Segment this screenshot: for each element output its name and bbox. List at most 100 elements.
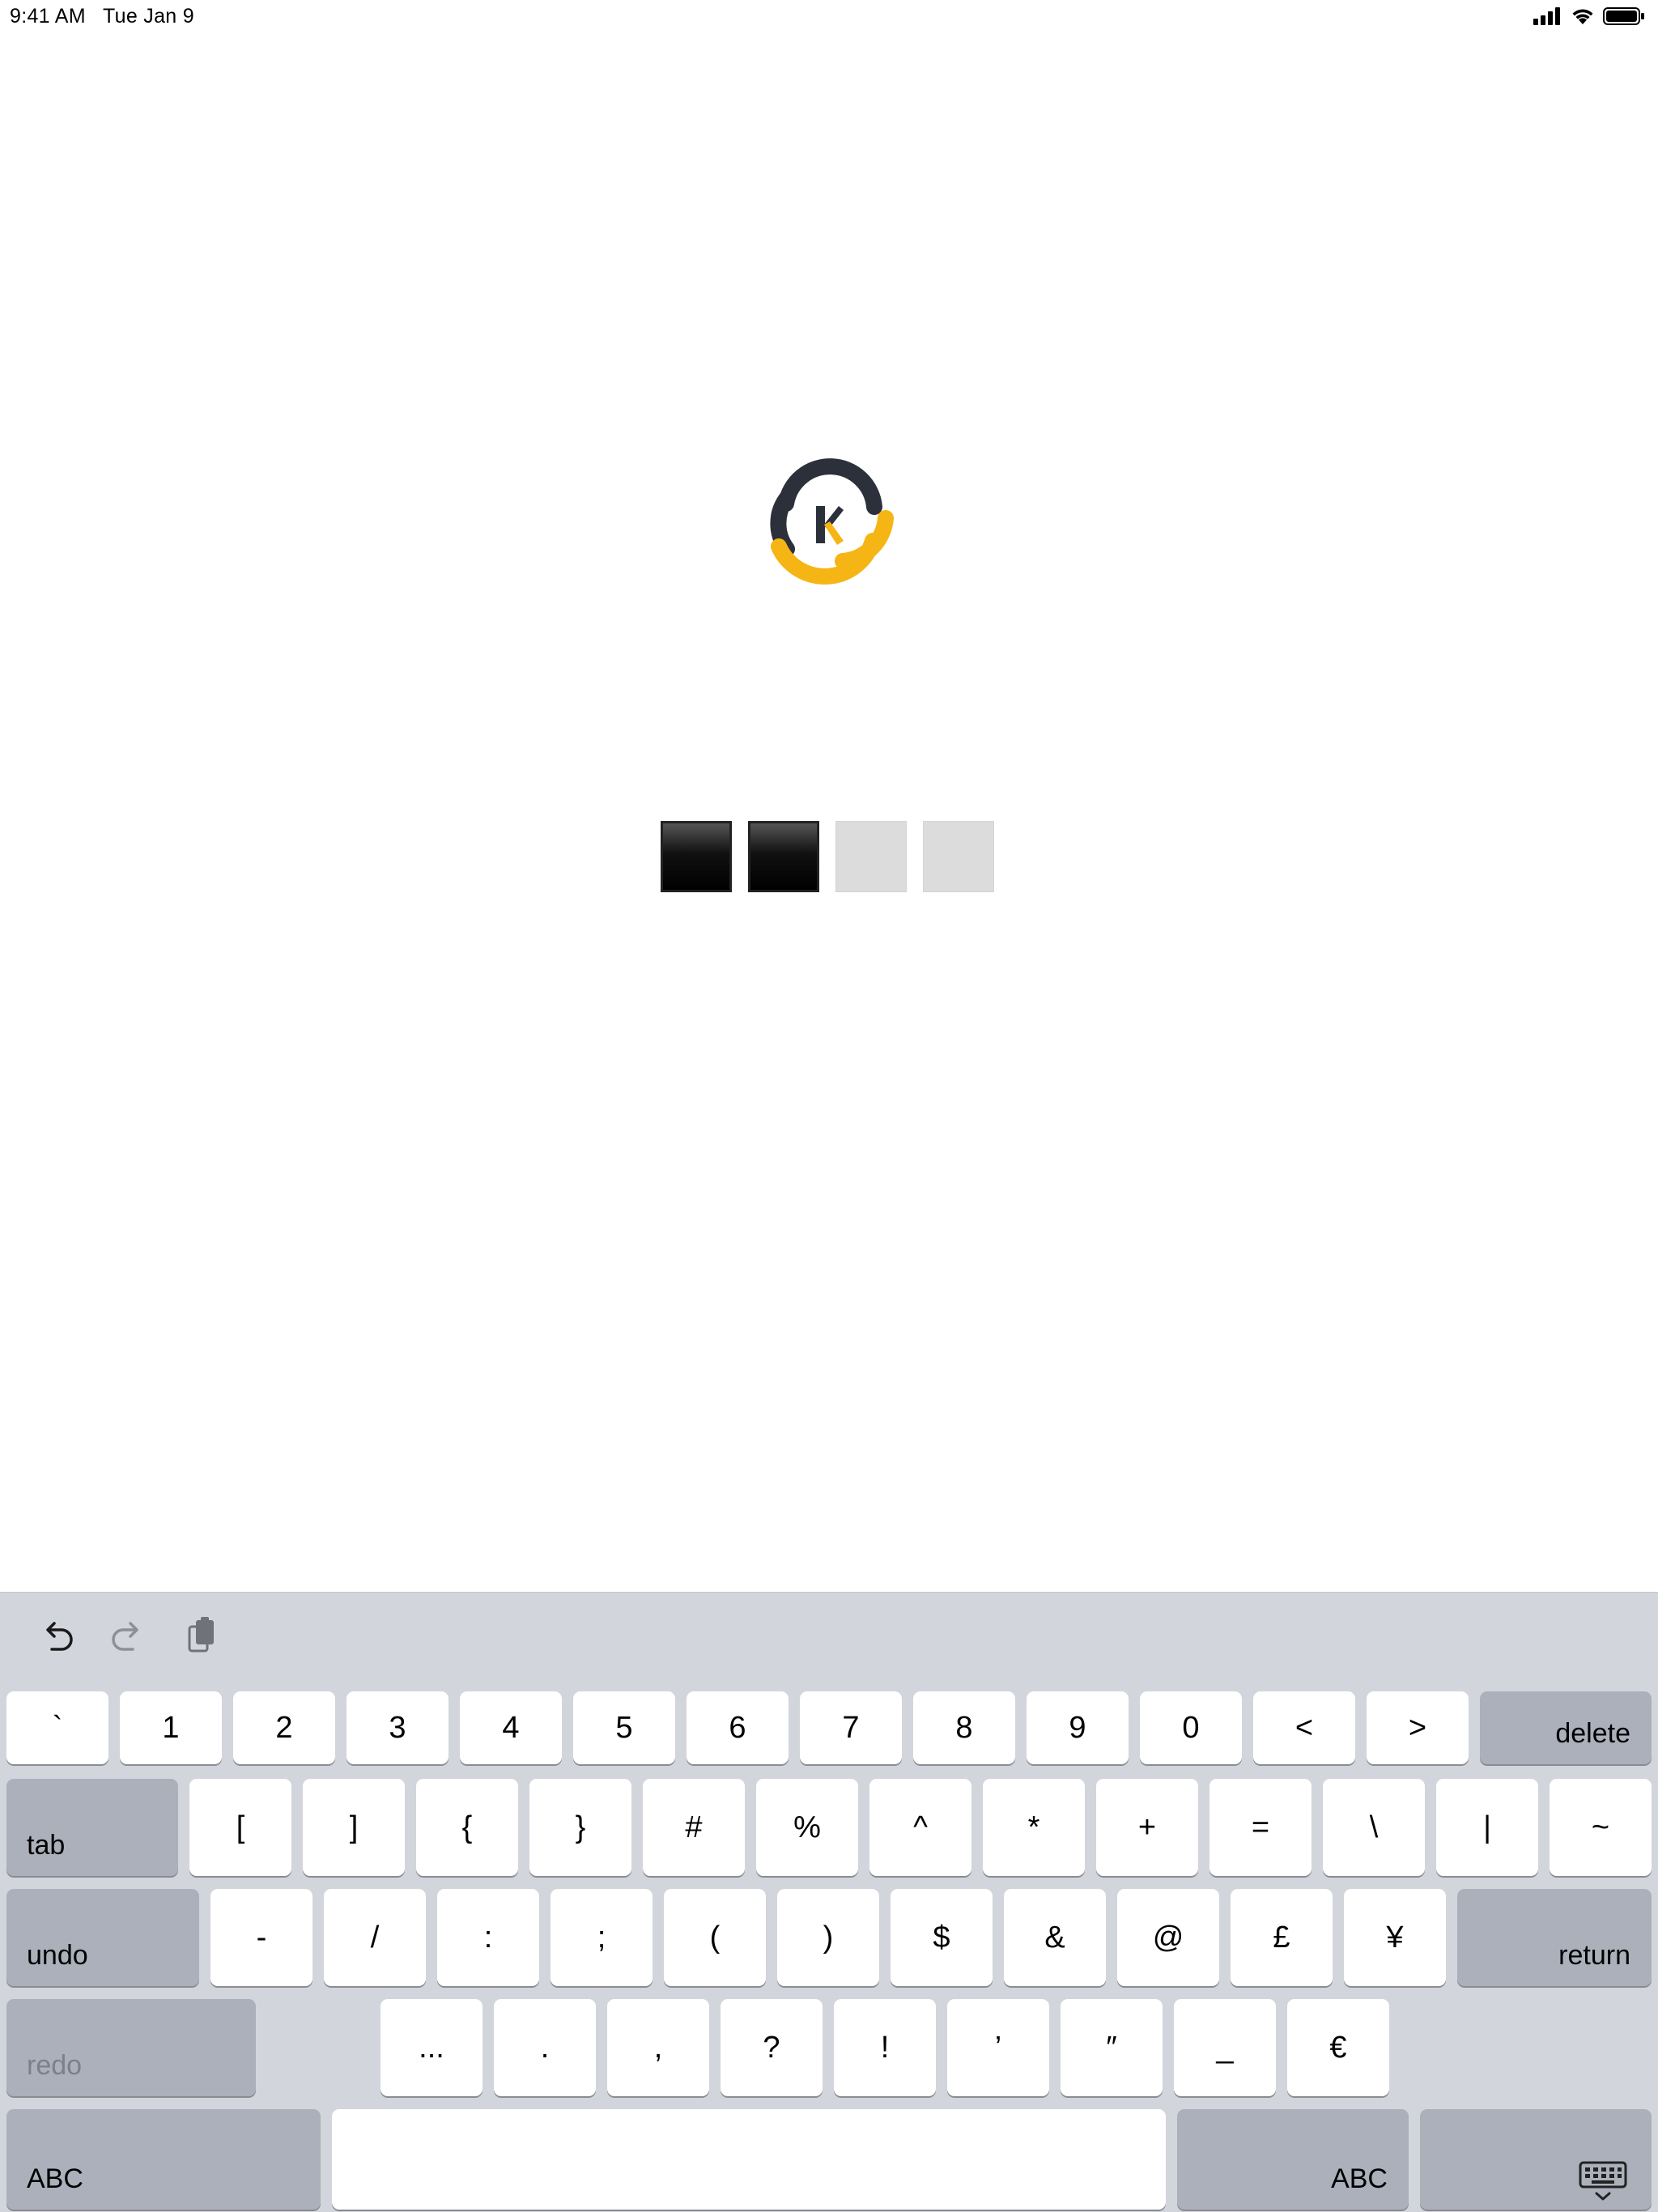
undo-icon[interactable] (32, 1612, 81, 1661)
key[interactable]: + (1096, 1779, 1198, 1876)
key-label: ` (52, 1710, 63, 1745)
key-label: 9 (1069, 1710, 1086, 1745)
return-key[interactable]: return (1457, 1889, 1652, 1986)
key-label: # (685, 1810, 703, 1844)
status-icons (1533, 7, 1647, 27)
key[interactable]: & (1004, 1889, 1106, 1986)
key-label: 7 (842, 1710, 860, 1745)
key-label: ’ (994, 2030, 1002, 2065)
key[interactable]: \ (1323, 1779, 1425, 1876)
key[interactable]: , (607, 1999, 709, 2096)
key[interactable]: % (756, 1779, 858, 1876)
key-label: % (793, 1810, 821, 1844)
key-label: 3 (389, 1710, 406, 1745)
key[interactable]: ` (6, 1691, 108, 1764)
key[interactable]: . (494, 1999, 596, 2096)
keyboard-dismiss-key[interactable] (1420, 2109, 1652, 2210)
abc-left-key[interactable]: ABC (6, 2109, 321, 2210)
battery-icon (1603, 7, 1644, 25)
space-key[interactable] (332, 2109, 1166, 2210)
key[interactable]: # (643, 1779, 745, 1876)
key[interactable]: ? (721, 1999, 823, 2096)
key[interactable]: { (416, 1779, 518, 1876)
key[interactable]: : (437, 1889, 539, 1986)
keyboard-dismiss-icon (1579, 2161, 1627, 2201)
key-label: ¥ (1386, 1920, 1404, 1955)
keyboard: ` 1 2 3 4 5 6 7 8 9 0 < > delete tab [] {} #% ^ * + = \ | ~ undo -… (0, 1592, 1658, 2212)
key[interactable]: ″ (1061, 1999, 1163, 2096)
return-key-label: return (1558, 1940, 1630, 1971)
undo-key-label: undo (27, 1940, 88, 1971)
key-label: ? (763, 2030, 780, 2065)
key[interactable]: @ (1117, 1889, 1219, 1986)
key-label: _ (1216, 2030, 1234, 2065)
key-label: = (1251, 1810, 1270, 1844)
key[interactable]: / (324, 1889, 426, 1986)
key[interactable]: ^ (869, 1779, 971, 1876)
key[interactable]: < (1253, 1691, 1355, 1764)
key[interactable]: 8 (913, 1691, 1015, 1764)
abc-right-key-label: ABC (1331, 2163, 1388, 2194)
key-label: 5 (615, 1710, 633, 1745)
key[interactable]: $ (891, 1889, 993, 1986)
key-label: < (1295, 1710, 1314, 1745)
status-date: Tue Jan 9 (103, 5, 194, 28)
key-label: > (1408, 1710, 1427, 1745)
key[interactable]: ¥ (1344, 1889, 1446, 1986)
wifi-icon (1572, 9, 1593, 24)
key[interactable]: 0 (1140, 1691, 1242, 1764)
key[interactable]: 3 (346, 1691, 449, 1764)
key-label: 8 (955, 1710, 973, 1745)
key[interactable]: = (1209, 1779, 1312, 1876)
passcode-digit-filled (748, 821, 819, 892)
key-label: + (1137, 1810, 1157, 1844)
key[interactable]: 7 (800, 1691, 902, 1764)
tab-key[interactable]: tab (6, 1779, 178, 1876)
key[interactable]: ; (551, 1889, 653, 1986)
key[interactable]: 1 (120, 1691, 222, 1764)
key[interactable]: 4 (460, 1691, 562, 1764)
passcode-indicator (661, 821, 996, 894)
key[interactable]: € (1287, 1999, 1389, 2096)
key[interactable]: 6 (687, 1691, 789, 1764)
delete-key[interactable]: delete (1480, 1691, 1652, 1764)
key[interactable]: 5 (573, 1691, 675, 1764)
clipboard-icon[interactable] (178, 1612, 227, 1661)
abc-right-key[interactable]: ABC (1177, 2109, 1409, 2210)
key[interactable]: ! (834, 1999, 936, 2096)
key-label: . (540, 2030, 550, 2065)
redo-key[interactable]: redo (6, 1999, 256, 2096)
key-label: } (575, 1810, 586, 1844)
key-label: @ (1152, 1920, 1184, 1955)
key[interactable]: * (983, 1779, 1085, 1876)
key-label: - (256, 1920, 267, 1955)
key[interactable]: ) (777, 1889, 879, 1986)
key-label: ″ (1106, 2030, 1117, 2065)
key[interactable]: ... (380, 1999, 483, 2096)
redo-icon[interactable] (104, 1612, 152, 1661)
key-label: * (1027, 1810, 1040, 1844)
passcode-digit-empty (923, 821, 994, 892)
key-label: : (483, 1920, 493, 1955)
key[interactable]: > (1367, 1691, 1469, 1764)
key[interactable]: £ (1231, 1889, 1333, 1986)
key-label: 4 (502, 1710, 520, 1745)
key[interactable]: - (210, 1889, 312, 1986)
key[interactable]: | (1436, 1779, 1538, 1876)
key[interactable]: [ (189, 1779, 291, 1876)
key[interactable]: ] (303, 1779, 405, 1876)
redo-key-label: redo (27, 2050, 83, 2081)
key[interactable]: ’ (947, 1999, 1049, 2096)
status-bar: 9:41 AM Tue Jan 9 (0, 0, 1658, 32)
key[interactable]: ( (664, 1889, 766, 1986)
key-label: ( (709, 1920, 721, 1955)
key-label: € (1329, 2030, 1347, 2065)
key[interactable]: 9 (1027, 1691, 1129, 1764)
key[interactable]: _ (1174, 1999, 1276, 2096)
key[interactable]: ~ (1550, 1779, 1652, 1876)
key[interactable]: } (529, 1779, 631, 1876)
key-label: ^ (913, 1810, 928, 1844)
key[interactable]: 2 (233, 1691, 335, 1764)
passcode-screen: 9:41 AM Tue Jan 9 ` 1 2 3 4 5 6 7 8 9 0 … (0, 0, 1658, 2212)
undo-key[interactable]: undo (6, 1889, 199, 1986)
